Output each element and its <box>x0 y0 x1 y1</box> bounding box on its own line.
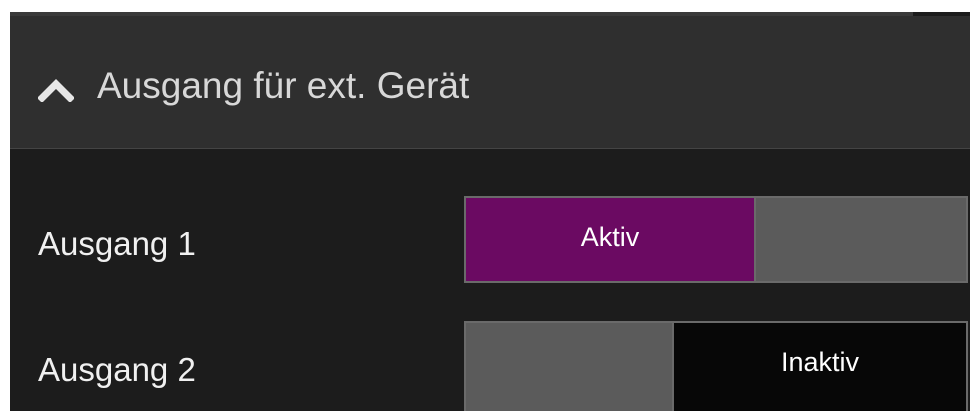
output-2-toggle-knob <box>466 323 674 411</box>
section-header-external-output[interactable]: Ausgang für ext. Gerät <box>10 16 970 149</box>
section-title: Ausgang für ext. Gerät <box>97 65 470 106</box>
output-2-state-inactive: Inaktiv <box>674 323 966 411</box>
settings-panel: Ausgang für ext. Gerät Ausgang 1 Aktiv A… <box>10 12 970 411</box>
output-1-toggle-knob <box>756 198 966 281</box>
output-1-state-active: Aktiv <box>466 198 756 281</box>
output-2-toggle[interactable]: Inaktiv <box>464 321 968 411</box>
output-1-label: Ausgang 1 <box>38 225 196 262</box>
output-1-toggle[interactable]: Aktiv <box>464 196 968 283</box>
output-2-label: Ausgang 2 <box>38 351 196 388</box>
chevron-up-icon <box>38 79 74 102</box>
canvas: Ausgang für ext. Gerät Ausgang 1 Aktiv A… <box>0 0 980 411</box>
